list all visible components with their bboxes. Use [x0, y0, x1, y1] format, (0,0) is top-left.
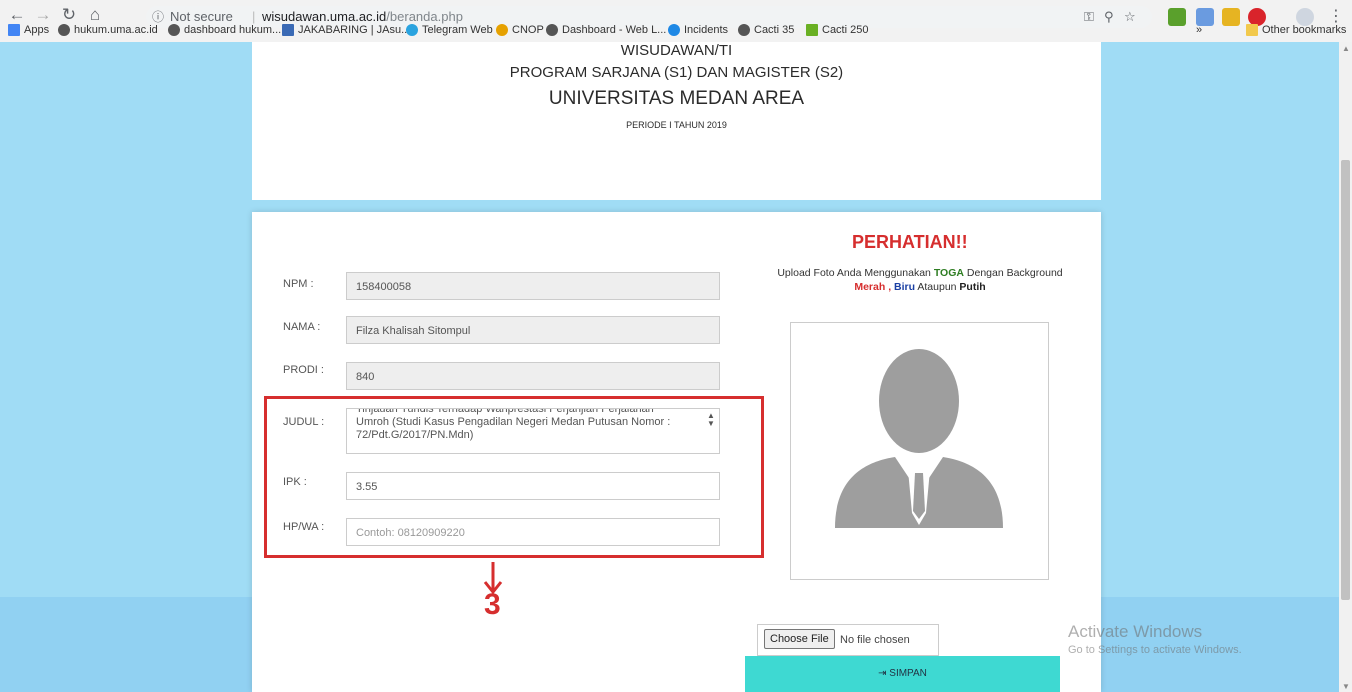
npm-field[interactable]: 158400058: [346, 272, 720, 300]
choose-file-button[interactable]: Choose File: [764, 629, 835, 649]
step-number: 3: [484, 588, 501, 621]
other-bookmarks[interactable]: Other bookmarks: [1246, 24, 1346, 36]
apps-icon: [8, 24, 20, 36]
notice-title: PERHATIAN!!: [852, 232, 968, 252]
bookmark-item[interactable]: Telegram Web: [406, 24, 493, 36]
nama-label: NAMA :: [283, 321, 321, 333]
site-icon: [806, 24, 818, 36]
notice-text-line1: Upload Foto Anda Menggunakan TOGA Dengan…: [777, 267, 1063, 279]
site-icon: [668, 24, 680, 36]
photo-preview: [790, 322, 1049, 580]
scrollbar-thumb[interactable]: [1341, 160, 1350, 600]
activate-windows-subtext: Go to Settings to activate Windows.: [1068, 644, 1242, 656]
bookmark-apps[interactable]: Apps: [8, 24, 49, 36]
page-title-university: UNIVERSITAS MEDAN AREA: [548, 88, 805, 109]
globe-icon: [738, 24, 750, 36]
bookmark-item[interactable]: Cacti 250: [806, 24, 868, 36]
header-card: WISUDAWAN/TI PROGRAM SARJANA (S1) DAN MA…: [252, 42, 1101, 200]
bookmark-item[interactable]: hukum.uma.ac.id: [58, 24, 158, 36]
globe-icon: [58, 24, 70, 36]
page-title-line1: WISUDAWAN/TI: [620, 42, 733, 59]
bookmark-item[interactable]: Dashboard - Web L...: [546, 24, 666, 36]
bookmarks-bar: Apps hukum.uma.ac.id dashboard hukum... …: [0, 20, 1352, 42]
globe-icon: [168, 24, 180, 36]
globe-icon: [546, 24, 558, 36]
site-icon: [282, 24, 294, 36]
file-status: No file chosen: [840, 634, 910, 646]
sign-in-icon: ⇥: [878, 668, 890, 679]
bookmark-item[interactable]: dashboard hukum...: [168, 24, 281, 36]
prodi-field[interactable]: 840: [346, 362, 720, 390]
bookmark-item[interactable]: JAKABARING | JAsu...: [282, 24, 410, 36]
npm-label: NPM :: [283, 278, 314, 290]
scroll-down-icon[interactable]: ▼: [1342, 682, 1350, 691]
folder-icon: [1246, 24, 1258, 36]
site-icon: [496, 24, 508, 36]
simpan-label: SIMPAN: [889, 668, 927, 679]
bookmark-item[interactable]: CNOP: [496, 24, 544, 36]
bookmark-item[interactable]: Cacti 35: [738, 24, 794, 36]
annotation-highlight-box: [264, 396, 764, 558]
nama-field[interactable]: Filza Khalisah Sitompul: [346, 316, 720, 344]
telegram-icon: [406, 24, 418, 36]
prodi-label: PRODI :: [283, 364, 324, 376]
activate-windows-watermark: Activate Windows: [1068, 622, 1203, 641]
notice-text-line2: Merah , Biru Ataupun Putih: [854, 281, 986, 293]
bookmark-item[interactable]: Incidents: [668, 24, 728, 36]
scroll-up-icon[interactable]: ▲: [1342, 44, 1350, 53]
page-title-line2: PROGRAM SARJANA (S1) DAN MAGISTER (S2): [509, 64, 844, 81]
period-label: PERIODE I TAHUN 2019: [626, 120, 727, 130]
simpan-button[interactable]: ⇥ SIMPAN: [745, 656, 1060, 692]
bookmarks-overflow[interactable]: »: [1196, 24, 1202, 36]
user-silhouette-icon: [835, 349, 1003, 528]
